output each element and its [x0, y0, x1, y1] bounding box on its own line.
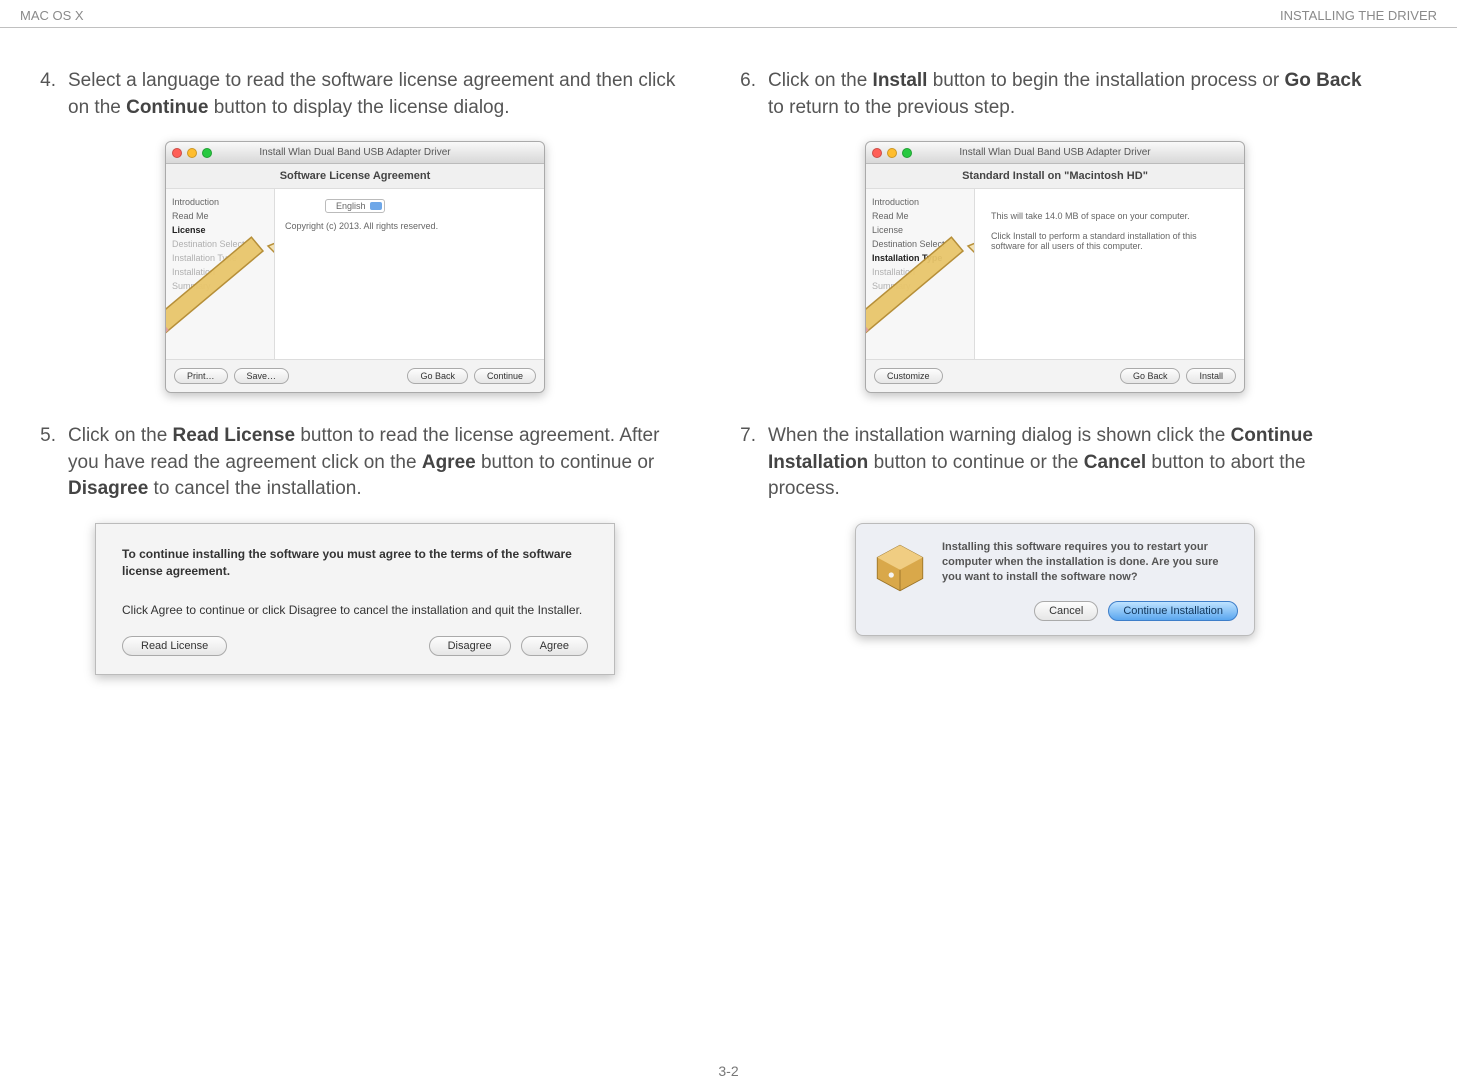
dialog-subtext: Click Agree to continue or click Disagre… — [122, 602, 588, 618]
installer-content: This will take 14.0 MB of space on your … — [974, 189, 1244, 359]
step-7: 7. When the installation warning dialog … — [730, 423, 1380, 503]
installer-window-license: Install Wlan Dual Band USB Adapter Drive… — [165, 141, 545, 393]
installer-sidebar: Introduction Read Me License Destination… — [166, 189, 274, 359]
window-subtitle: Standard Install on "Macintosh HD" — [866, 164, 1244, 189]
installer-content: English Copyright (c) 2013. All rights r… — [274, 189, 544, 359]
sidebar-item: Introduction — [172, 195, 268, 209]
installer-window-install: Install Wlan Dual Band USB Adapter Drive… — [865, 141, 1245, 393]
continue-button[interactable]: Continue — [474, 368, 536, 384]
step-4: 4. Select a language to read the softwar… — [30, 68, 680, 121]
disagree-button[interactable]: Disagree — [429, 636, 511, 656]
space-text: This will take 14.0 MB of space on your … — [991, 211, 1228, 221]
language-select[interactable]: English — [325, 199, 385, 213]
go-back-button[interactable]: Go Back — [1120, 368, 1181, 384]
pencil-icon — [166, 219, 274, 359]
header-right: INSTALLING THE DRIVER — [1280, 8, 1437, 23]
customize-button[interactable]: Customize — [874, 368, 943, 384]
restart-warning-dialog: Installing this software requires you to… — [855, 523, 1255, 636]
step-text: When the installation warning dialog is … — [768, 423, 1380, 503]
content-columns: 4. Select a language to read the softwar… — [0, 68, 1457, 705]
print-button[interactable]: Print… — [174, 368, 228, 384]
window-titlebar: Install Wlan Dual Band USB Adapter Drive… — [866, 142, 1244, 164]
sidebar-item: Introduction — [872, 195, 968, 209]
step-number: 6. — [730, 68, 756, 121]
page-number: 3-2 — [0, 1063, 1457, 1079]
step-number: 7. — [730, 423, 756, 503]
installer-buttonbar: Print… Save… Go Back Continue — [166, 359, 544, 392]
pencil-icon — [866, 219, 974, 359]
install-button[interactable]: Install — [1186, 368, 1236, 384]
step-number: 5. — [30, 423, 56, 503]
page-header: MAC OS X INSTALLING THE DRIVER — [0, 0, 1457, 28]
step-6: 6. Click on the Install button to begin … — [730, 68, 1380, 121]
go-back-button[interactable]: Go Back — [407, 368, 468, 384]
read-license-button[interactable]: Read License — [122, 636, 227, 656]
license-agree-dialog: To continue installing the software you … — [95, 523, 615, 675]
step-5: 5. Click on the Read License button to r… — [30, 423, 680, 503]
window-subtitle: Software License Agreement — [166, 164, 544, 189]
continue-installation-button[interactable]: Continue Installation — [1108, 601, 1238, 621]
window-titlebar: Install Wlan Dual Band USB Adapter Drive… — [166, 142, 544, 164]
copyright-text: Copyright (c) 2013. All rights reserved. — [285, 221, 534, 231]
package-icon — [872, 540, 928, 596]
left-column: 4. Select a language to read the softwar… — [30, 68, 680, 705]
installer-buttonbar: Customize Go Back Install — [866, 359, 1244, 392]
header-left: MAC OS X — [20, 8, 84, 23]
step-text: Click on the Read License button to read… — [68, 423, 680, 503]
window-title: Install Wlan Dual Band USB Adapter Drive… — [866, 147, 1244, 158]
installer-sidebar: Introduction Read Me License Destination… — [866, 189, 974, 359]
save-button[interactable]: Save… — [234, 368, 290, 384]
step-text: Click on the Install button to begin the… — [768, 68, 1380, 121]
window-title: Install Wlan Dual Band USB Adapter Drive… — [166, 147, 544, 158]
right-column: 6. Click on the Install button to begin … — [730, 68, 1380, 705]
warning-message: Installing this software requires you to… — [942, 540, 1238, 585]
step-number: 4. — [30, 68, 56, 121]
cancel-button[interactable]: Cancel — [1034, 601, 1098, 621]
step-text: Select a language to read the software l… — [68, 68, 680, 121]
install-desc-text: Click Install to perform a standard inst… — [991, 231, 1228, 251]
agree-button[interactable]: Agree — [521, 636, 588, 656]
dialog-heading: To continue installing the software you … — [122, 546, 588, 580]
